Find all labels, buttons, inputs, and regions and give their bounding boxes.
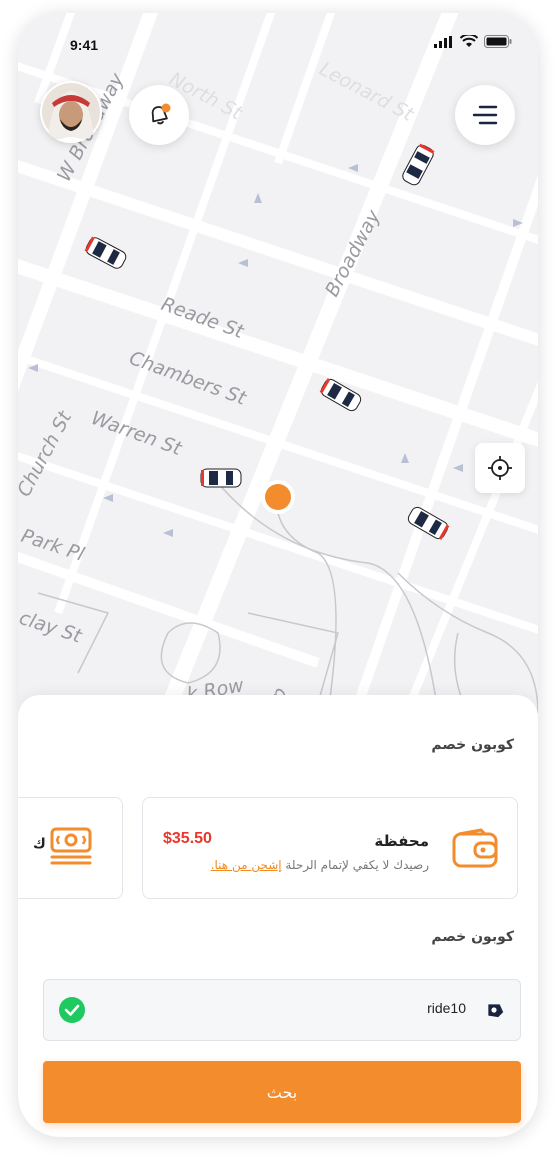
bell-icon <box>151 103 171 125</box>
coupon-value: ride10 <box>427 1000 466 1016</box>
wallet-title: محفظة <box>374 832 429 850</box>
phone-screen: W Broadway North St Leonard St Broadway … <box>18 13 538 1137</box>
menu-button[interactable] <box>455 85 515 145</box>
status-time: 9:41 <box>70 37 99 53</box>
battery-icon <box>484 35 512 48</box>
coupon-input[interactable]: ride10 <box>43 979 521 1041</box>
wifi-icon <box>460 35 478 47</box>
search-button[interactable]: بحث <box>43 1061 521 1123</box>
status-icons <box>434 35 512 48</box>
check-icon <box>59 997 85 1023</box>
wallet-icon <box>452 828 498 868</box>
coupon-field-label: كوبون خصم <box>431 929 514 945</box>
wallet-payment-card[interactable]: محفظة $35.50 رصيدك لا يكفي لإتمام الرحلة… <box>142 797 518 899</box>
wallet-note: رصيدك لا يكفي لإتمام الرحلة إشحن من هنا. <box>211 858 429 872</box>
crosshair-icon <box>488 456 512 480</box>
wallet-balance: $35.50 <box>163 830 212 847</box>
status-bar: 9:41 <box>18 13 538 73</box>
menu-icon <box>472 105 498 125</box>
user-avatar-icon <box>42 83 100 143</box>
payment-sheet: كوبون خصم ك محفظة $35.50 رصيدك لا يكفي ل… <box>18 695 538 1137</box>
cash-label: ك <box>33 836 46 852</box>
current-location-marker <box>261 480 295 514</box>
coupon-section-label: كوبون خصم <box>431 737 514 753</box>
locate-me-button[interactable] <box>475 443 525 493</box>
cash-icon <box>50 827 92 865</box>
tag-icon <box>488 1004 504 1018</box>
notifications-button[interactable] <box>129 85 189 145</box>
signal-icon <box>434 35 452 48</box>
cash-payment-card[interactable]: ك <box>18 797 123 899</box>
wallet-insufficient-text: رصيدك لا يكفي لإتمام الرحلة <box>285 858 429 872</box>
avatar[interactable] <box>40 81 102 143</box>
recharge-link[interactable]: إشحن من هنا. <box>211 858 282 872</box>
car-icon <box>200 468 242 488</box>
